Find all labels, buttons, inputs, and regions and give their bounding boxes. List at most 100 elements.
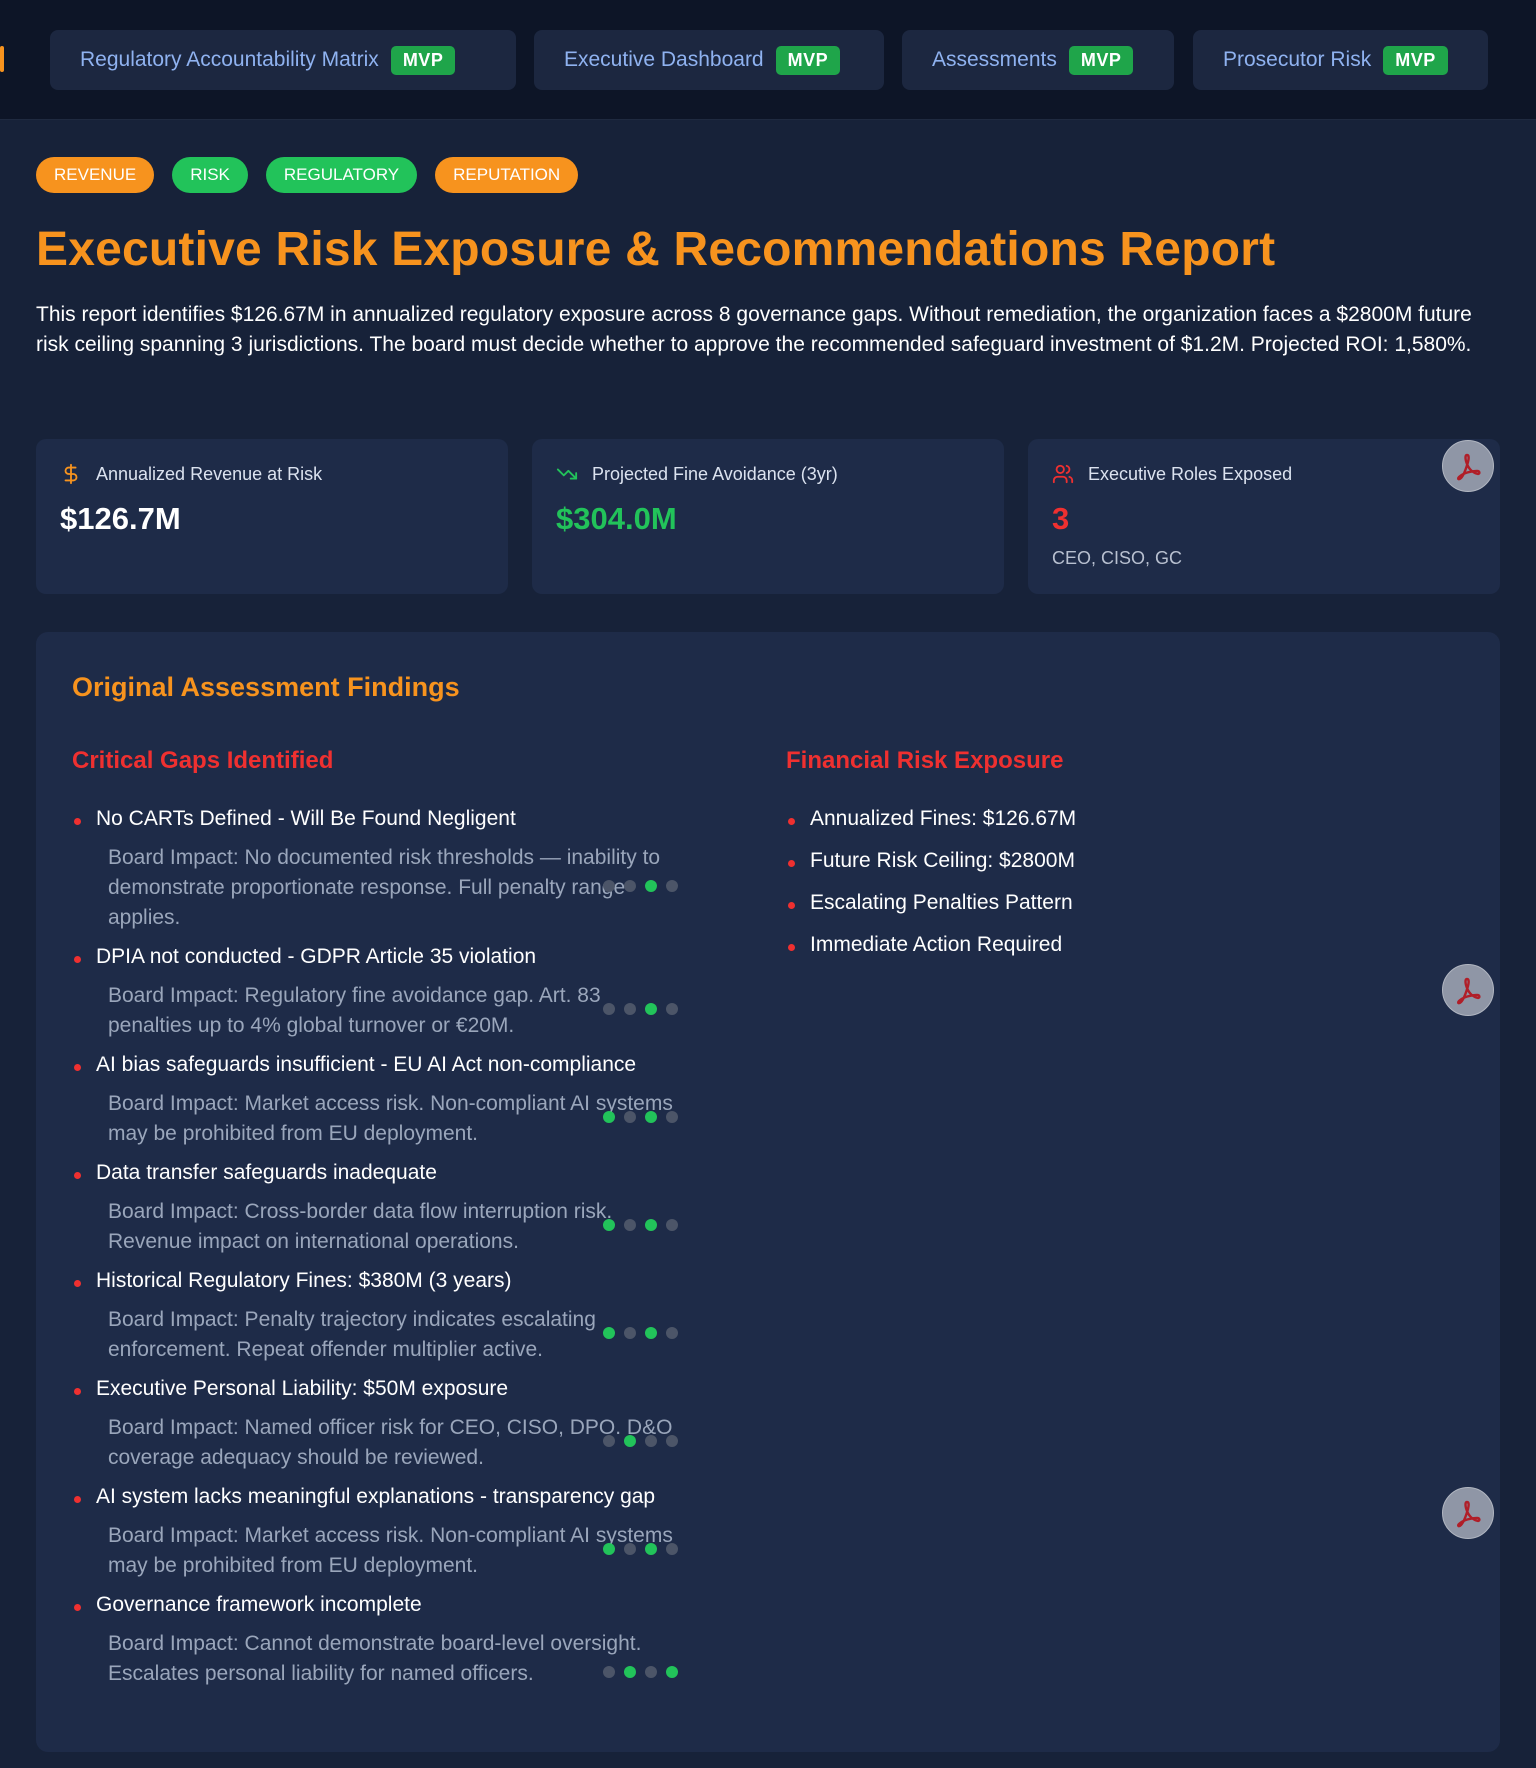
gap-title: AI system lacks meaningful explanations … [96, 1485, 656, 1508]
users-icon [1052, 463, 1074, 485]
tab-assessments[interactable]: Assessments MVP [902, 30, 1174, 90]
category-tags: REVENUE RISK REGULATORY REPUTATION [36, 157, 579, 193]
severity-dot-active [645, 1111, 657, 1123]
kpi-card-revenue-at-risk: Annualized Revenue at Risk $126.7M [36, 439, 508, 594]
severity-dot [666, 1543, 678, 1555]
gap-title: DPIA not conducted - GDPR Article 35 vio… [96, 945, 537, 968]
severity-dot [624, 1327, 636, 1339]
findings-panel [36, 632, 1500, 1752]
tab-regulatory-accountability-matrix[interactable]: Regulatory Accountability Matrix MVP [50, 30, 516, 90]
top-nav: Regulatory Accountability Matrix MVP Exe… [0, 0, 1536, 120]
severity-indicator [603, 880, 678, 892]
severity-dot-active [624, 1435, 636, 1447]
critical-gaps-title: Critical Gaps Identified [72, 747, 334, 774]
severity-indicator [603, 1111, 678, 1123]
bullet [74, 1496, 81, 1503]
severity-dot-active [603, 1543, 615, 1555]
pdf-icon [1456, 977, 1481, 1005]
mvp-badge: MVP [1068, 45, 1134, 75]
severity-dot [624, 1543, 636, 1555]
bullet [74, 1604, 81, 1611]
bullet [74, 1172, 81, 1179]
severity-dot [645, 1666, 657, 1678]
financial-item-text: Future Risk Ceiling: $2800M [810, 849, 1075, 872]
tag-risk: RISK [172, 157, 248, 193]
gap-impact: Board Impact: Named officer risk for CEO… [108, 1416, 673, 1469]
tab-executive-dashboard[interactable]: Executive Dashboard MVP [534, 30, 884, 90]
severity-indicator [603, 1327, 678, 1339]
tab-label: Assessments [932, 48, 1057, 71]
findings-title: Original Assessment Findings [72, 672, 460, 702]
severity-dot [645, 1435, 657, 1447]
tab-label: Executive Dashboard [564, 48, 764, 71]
severity-indicator [603, 1435, 678, 1447]
severity-dot [666, 1003, 678, 1015]
tab-label: Regulatory Accountability Matrix [80, 48, 379, 71]
bullet [788, 860, 795, 867]
gap-impact: Board Impact: Penalty trajectory indicat… [108, 1308, 596, 1361]
severity-dot [666, 1219, 678, 1231]
gap-title: No CARTs Defined - Will Be Found Neglige… [96, 807, 516, 830]
gap-impact: Board Impact: Regulatory fine avoidance … [108, 984, 601, 1037]
severity-dot [624, 880, 636, 892]
gap-impact: Board Impact: Market access risk. Non-co… [108, 1524, 673, 1577]
severity-dot [666, 1111, 678, 1123]
pdf-icon [1456, 453, 1481, 481]
severity-dot [624, 1111, 636, 1123]
pdf-export-button[interactable] [1442, 964, 1494, 1016]
severity-dot-active [645, 880, 657, 892]
kpi-label: Annualized Revenue at Risk [96, 463, 323, 484]
report-intro: This report identifies $126.67M in annua… [36, 303, 1472, 356]
severity-dot [603, 880, 615, 892]
kpi-value: 3 [1052, 501, 1070, 536]
severity-dot [666, 1435, 678, 1447]
tab-prosecutor-risk[interactable]: Prosecutor Risk MVP [1193, 30, 1488, 90]
pdf-export-button[interactable] [1442, 440, 1494, 492]
tab-label: Prosecutor Risk [1223, 48, 1372, 71]
severity-indicator [603, 1543, 678, 1555]
kpi-card-header: Annualized Revenue at Risk [60, 463, 322, 485]
tag-regulatory: REGULATORY [265, 157, 418, 193]
financial-item-text: Immediate Action Required [810, 933, 1063, 956]
severity-dot-active [645, 1003, 657, 1015]
severity-dot-active [645, 1219, 657, 1231]
kpi-label: Projected Fine Avoidance (3yr) [592, 463, 838, 484]
tag-reputation: REPUTATION [435, 157, 579, 193]
severity-indicator [603, 1219, 678, 1231]
severity-dot-active [603, 1327, 615, 1339]
bullet [74, 956, 81, 963]
severity-dot [666, 880, 678, 892]
severity-dot [603, 1666, 615, 1678]
kpi-card-header: Executive Roles Exposed [1052, 463, 1292, 485]
mvp-badge: MVP [775, 45, 841, 75]
severity-dot [603, 1435, 615, 1447]
kpi-card-header: Projected Fine Avoidance (3yr) [556, 463, 838, 485]
severity-dot-active [603, 1219, 615, 1231]
financial-item-text: Annualized Fines: $126.67M [810, 807, 1077, 830]
financial-risk-title: Financial Risk Exposure [786, 747, 1064, 774]
severity-indicator [603, 1666, 678, 1678]
severity-dot [624, 1219, 636, 1231]
gap-title: Governance framework incomplete [96, 1593, 422, 1616]
bullet [788, 818, 795, 825]
financial-item-text: Escalating Penalties Pattern [810, 891, 1073, 914]
kpi-value: $304.0M [556, 501, 677, 536]
bullet [788, 902, 795, 909]
kpi-sub: CEO, CISO, GC [1052, 548, 1183, 568]
gap-impact: Board Impact: Cross-border data flow int… [108, 1200, 613, 1253]
mvp-badge: MVP [390, 45, 456, 75]
severity-indicator [603, 1003, 678, 1015]
nav-edge-mark [0, 46, 4, 72]
kpi-label: Executive Roles Exposed [1088, 463, 1293, 484]
bullet [74, 1064, 81, 1071]
gap-impact: Board Impact: Cannot demonstrate board-l… [108, 1632, 642, 1685]
pdf-icon [1456, 1500, 1481, 1528]
severity-dot-active [645, 1543, 657, 1555]
gap-title: Executive Personal Liability: $50M expos… [96, 1377, 509, 1400]
pdf-export-button[interactable] [1442, 1487, 1494, 1539]
gap-impact: Board Impact: No documented risk thresho… [108, 846, 661, 929]
severity-dot-active [624, 1666, 636, 1678]
kpi-card-executive-roles: Executive Roles Exposed 3 CEO, CISO, GC [1028, 439, 1500, 594]
gap-impact: Board Impact: Market access risk. Non-co… [108, 1092, 673, 1145]
kpi-value: $126.7M [60, 501, 181, 536]
